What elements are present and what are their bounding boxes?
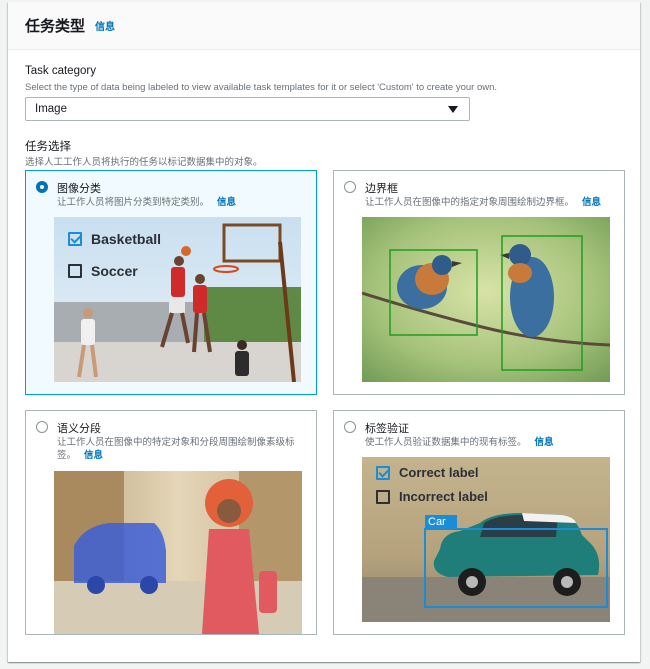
soccer-option: Soccer [68,263,138,279]
task-category-value: Image [35,103,67,115]
basketball-label: Basketball [91,231,162,247]
car-tag: Car [428,515,446,529]
panel-header: 任务类型 信息 [8,2,640,50]
task-category-description: Select the type of data being labeled to… [25,82,498,93]
card-title: 标签验证 [365,423,409,435]
card-title: 图像分类 [57,183,101,195]
radio-bounding-box[interactable] [344,181,356,193]
card-description: 让工作人员将图片分类到特定类别。 信息 [57,196,307,209]
birds-image [362,217,610,382]
radio-semantic-segmentation[interactable] [36,421,48,433]
card-title: 边界框 [365,183,398,195]
correct-label-text: Correct label [399,465,479,480]
card-description: 使工作人员验证数据集中的现有标签。 信息 [365,436,615,449]
card-description-text: 使工作人员验证数据集中的现有标签。 [365,437,527,448]
card-info-link[interactable]: 信息 [217,197,236,208]
panel-title: 任务类型 [25,18,86,35]
task-type-panel: 任务类型 信息 Task category Select the type of… [8,2,640,662]
basketball-image: Basketball Soccer [54,217,301,382]
incorrect-label-text: Incorrect label [399,489,488,504]
card-info-link[interactable]: 信息 [84,450,103,461]
car-image: Car Correct label Incorrect label [362,457,610,622]
card-description: 让工作人员在图像中的特定对象和分段周围绘制像素级标签。 信息 [57,436,307,462]
card-info-link[interactable]: 信息 [582,197,601,208]
card-description-text: 让工作人员在图像中的指定对象周围绘制边界框。 [365,197,575,208]
radio-image-classification[interactable] [36,181,48,193]
checked-checkbox-icon [376,465,390,480]
incorrect-label-option: Incorrect label [376,489,488,504]
task-selection-description: 选择人工工作人员将执行的任务以标记数据集中的对象。 [25,157,263,168]
car-tag-text: Car [428,516,446,528]
unchecked-checkbox-icon [376,489,390,504]
card-title: 语义分段 [57,423,101,435]
card-description: 让工作人员在图像中的指定对象周围绘制边界框。 信息 [365,196,615,209]
card-label-verification[interactable]: 标签验证 使工作人员验证数据集中的现有标签。 信息 Car Correct la… [333,410,625,635]
card-description-text: 让工作人员将图片分类到特定类别。 [57,197,210,208]
card-info-link[interactable]: 信息 [535,437,554,448]
task-category-select[interactable]: Image [25,97,470,121]
basketball-option: Basketball [68,231,161,247]
unchecked-checkbox-icon [68,264,82,278]
correct-label-option: Correct label [376,465,478,480]
header-info-link[interactable]: 信息 [95,18,115,33]
radio-label-verification[interactable] [344,421,356,433]
card-image-classification[interactable]: 图像分类 让工作人员将图片分类到特定类别。 信息 Basketball Socc… [25,170,317,395]
task-category-label: Task category [25,65,96,77]
caret-down-icon [448,106,458,113]
soccer-label: Soccer [91,263,138,279]
card-bounding-box[interactable]: 边界框 让工作人员在图像中的指定对象周围绘制边界框。 信息 [333,170,625,395]
street-segmentation-image [54,471,302,634]
card-semantic-segmentation[interactable]: 语义分段 让工作人员在图像中的特定对象和分段周围绘制像素级标签。 信息 [25,410,317,635]
checked-checkbox-icon [68,232,82,246]
task-selection-label: 任务选择 [25,141,71,153]
